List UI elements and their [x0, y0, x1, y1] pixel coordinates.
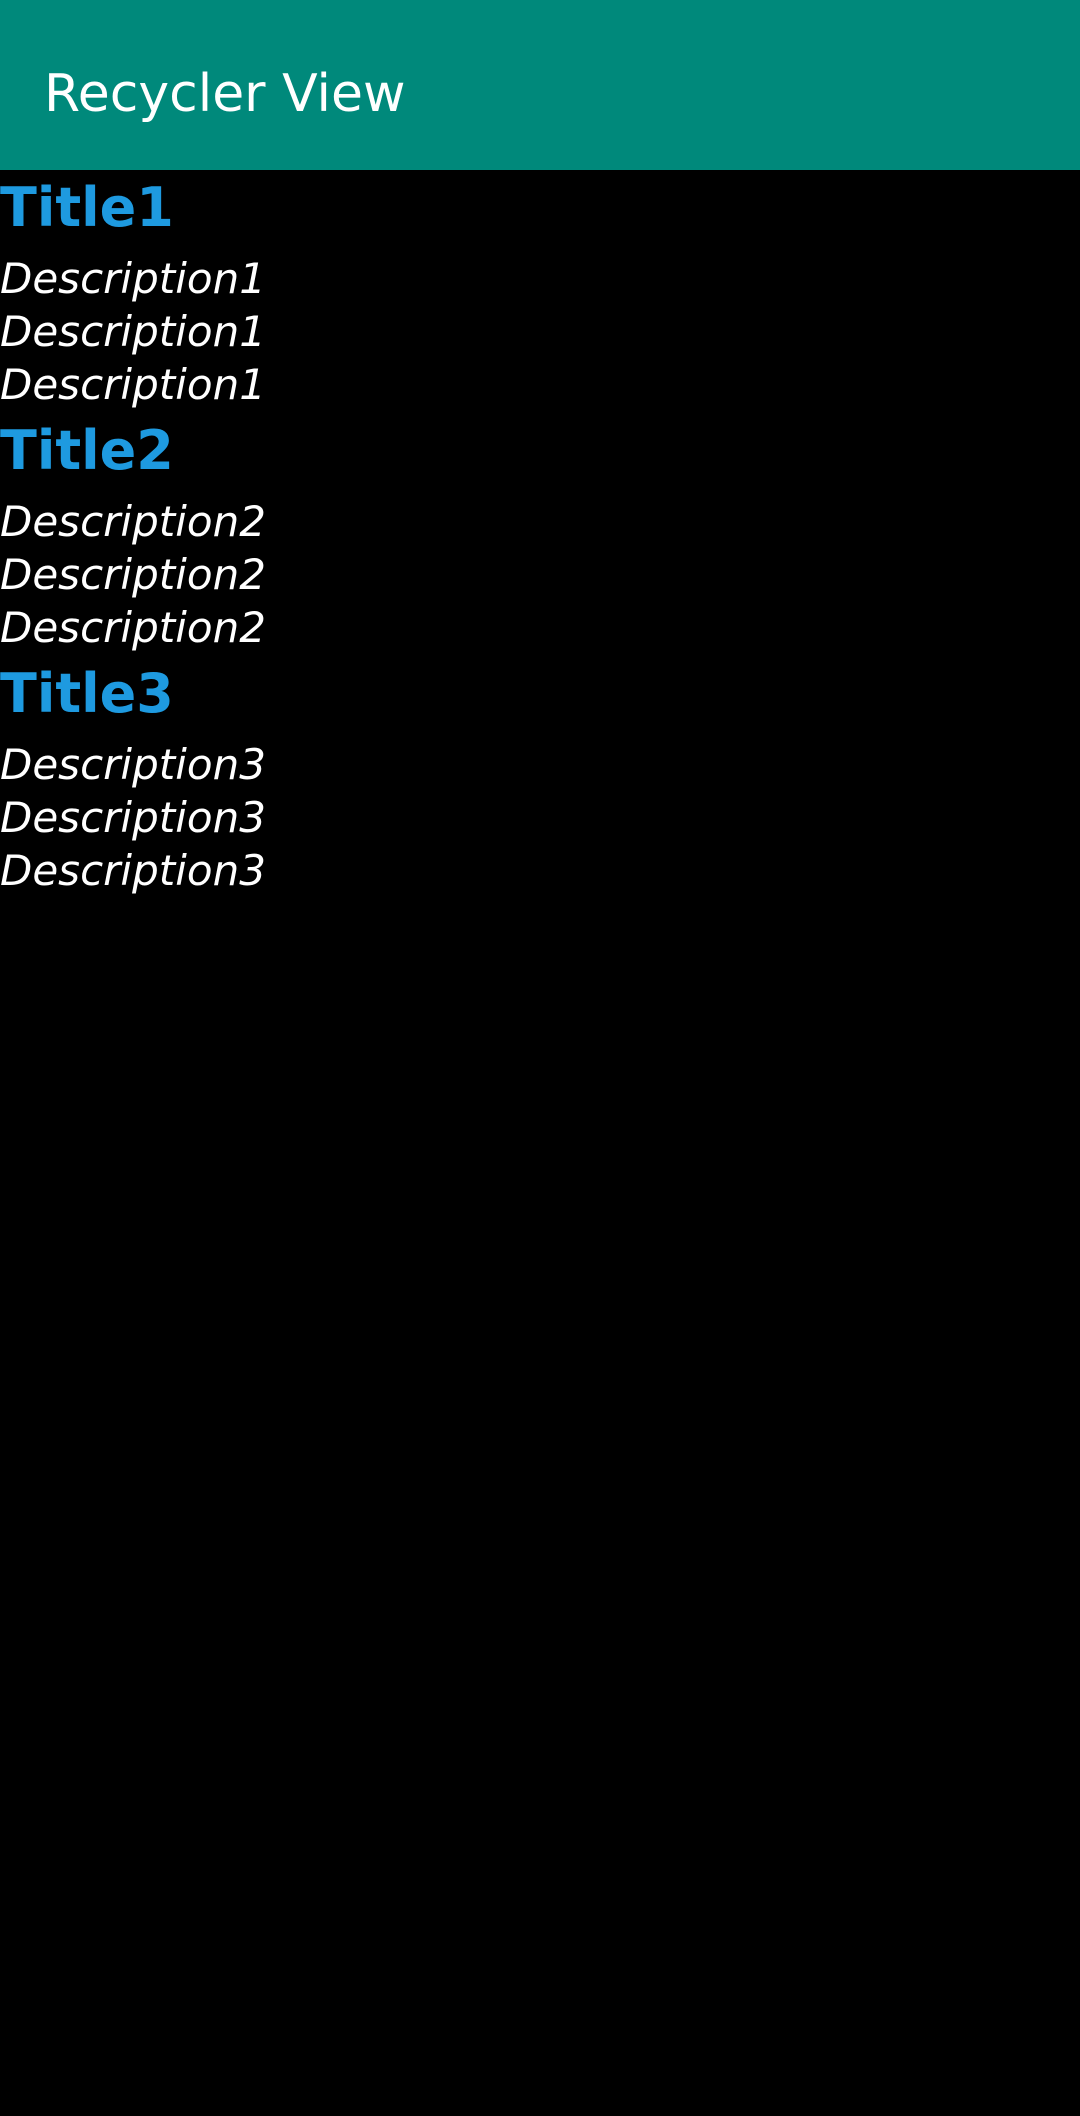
item-description: Description1	[0, 254, 266, 303]
item-description: Description1	[0, 307, 266, 356]
app-screen: Recycler View Title1 Description1 Descri…	[0, 0, 1080, 2116]
list-item[interactable]: Title2 Description2 Description2 Descrip…	[0, 413, 1080, 656]
item-description: Description1	[0, 360, 266, 409]
item-description: Description3	[0, 740, 266, 789]
item-title: Title2	[0, 419, 174, 482]
recycler-list[interactable]: Title1 Description1 Description1 Descrip…	[0, 170, 1080, 899]
item-description: Description2	[0, 497, 266, 546]
item-title: Title3	[0, 662, 174, 725]
app-bar: Recycler View	[0, 0, 1080, 170]
list-item[interactable]: Title1 Description1 Description1 Descrip…	[0, 170, 1080, 413]
app-bar-title: Recycler View	[44, 64, 406, 124]
item-title: Title1	[0, 176, 174, 239]
item-description: Description2	[0, 550, 266, 599]
item-description: Description2	[0, 603, 266, 652]
item-description: Description3	[0, 846, 266, 895]
item-description: Description3	[0, 793, 266, 842]
list-item[interactable]: Title3 Description3 Description3 Descrip…	[0, 656, 1080, 899]
